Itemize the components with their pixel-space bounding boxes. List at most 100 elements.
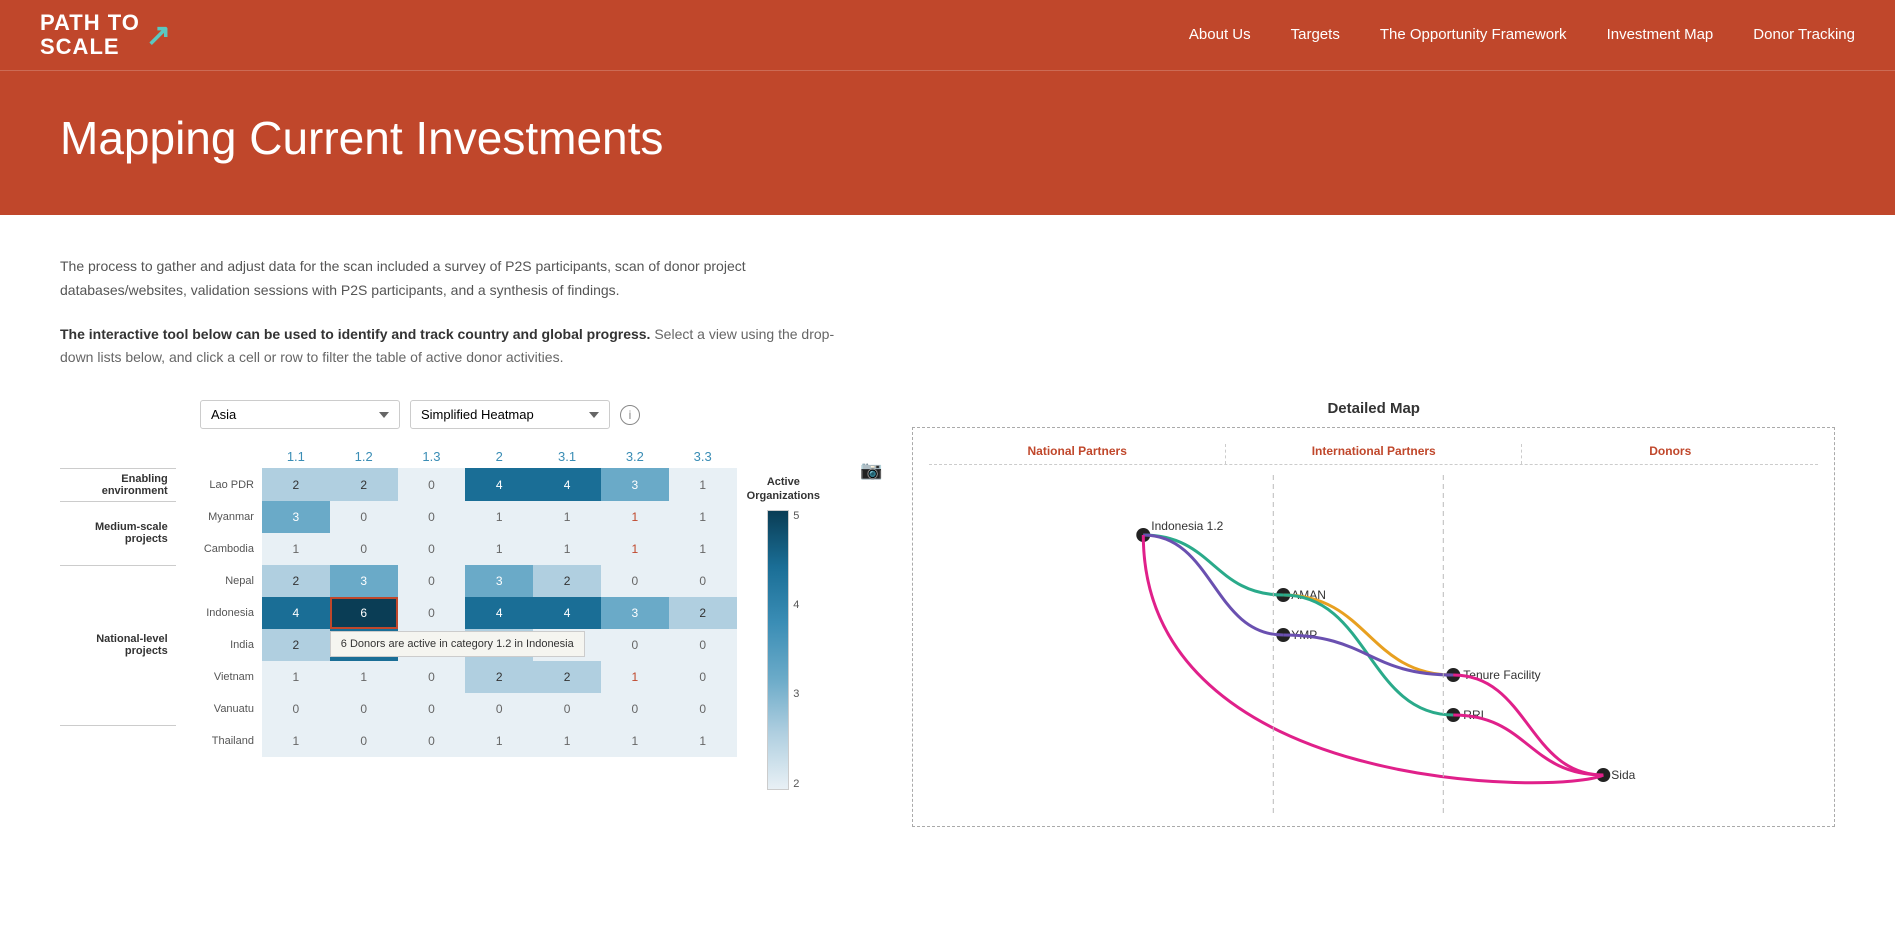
cell[interactable]: 0 [601, 629, 669, 661]
cell[interactable]: 0 [669, 629, 737, 661]
cell[interactable]: 0 [398, 725, 466, 757]
group-label-national: National-levelprojects [60, 565, 176, 725]
cell[interactable]: 0 [398, 597, 466, 629]
cell[interactable]: 0 [330, 725, 398, 757]
region-select[interactable]: Asia Africa Latin America Global [200, 400, 400, 429]
cell[interactable]: 1 [465, 501, 533, 533]
table-row[interactable]: Medium-scaleprojects Myanmar 3 0 0 1 1 1… [60, 501, 737, 533]
view-select[interactable]: Simplified Heatmap Detailed Map Data Tab… [410, 400, 610, 429]
sida-label: Sida [1612, 768, 1636, 782]
cell[interactable]: 1 [669, 468, 737, 501]
line-ymp [1144, 535, 1284, 635]
cell[interactable]: 3 [330, 565, 398, 597]
cell[interactable]: 1 [465, 533, 533, 565]
info-icon[interactable]: i [620, 405, 640, 425]
cell[interactable]: 1 [669, 501, 737, 533]
country-thailand: Thailand [176, 725, 262, 757]
nav-investment-map[interactable]: Investment Map [1607, 26, 1714, 43]
cell[interactable]: 0 [398, 468, 466, 501]
scale-value-3: 3 [793, 688, 799, 700]
cell[interactable]: 0 [601, 693, 669, 725]
map-col-donors: Donors [1521, 444, 1818, 464]
legend-area: ActiveOrganizations 5 4 3 2 [747, 445, 820, 790]
country-vietnam: Vietnam [176, 661, 262, 693]
heatmap-table-wrapper: 1.1 1.2 1.3 2 3.1 3.2 3.3 [60, 445, 737, 757]
table-row[interactable]: Enablingenvironment Lao PDR 2 2 0 4 4 3 … [60, 468, 737, 501]
cell[interactable]: 1 [669, 533, 737, 565]
table-row[interactable]: National-levelprojects Nepal 2 3 0 3 2 0… [60, 565, 737, 597]
cell[interactable]: 1 [465, 725, 533, 757]
cell[interactable]: 1 [262, 533, 330, 565]
main-content: The process to gather and adjust data fo… [0, 215, 1895, 867]
cell[interactable]: 2 [262, 565, 330, 597]
cell[interactable]: 0 [262, 693, 330, 725]
group-label-medium: Medium-scaleprojects [60, 501, 176, 565]
cell[interactable]: 4 [533, 468, 601, 501]
country-nepal: Nepal [176, 565, 262, 597]
logo-arrow-icon: ↗ [146, 18, 171, 53]
cell[interactable]: 1 [262, 661, 330, 693]
cell[interactable]: 2 [262, 468, 330, 501]
cell[interactable]: 0 [465, 693, 533, 725]
cell[interactable]: 1 [669, 725, 737, 757]
logo[interactable]: PATH TOSCALE ↗ [40, 11, 171, 59]
cell[interactable]: 1 [601, 725, 669, 757]
group-label-enabling: Enablingenvironment [60, 468, 176, 501]
cell[interactable]: 0 [398, 501, 466, 533]
cell[interactable]: 1 [601, 533, 669, 565]
cell[interactable]: 2 [330, 468, 398, 501]
cell[interactable]: 1 [533, 501, 601, 533]
col-header-1-1: 1.1 [262, 445, 330, 468]
cell[interactable]: 2 [669, 597, 737, 629]
camera-icon[interactable]: 📷 [860, 460, 882, 481]
cell[interactable]: 3 [601, 597, 669, 629]
cell[interactable]: 1 [601, 501, 669, 533]
cell[interactable]: 2 [465, 661, 533, 693]
cell[interactable]: 2 [533, 565, 601, 597]
cell[interactable]: 2 [262, 629, 330, 661]
cell[interactable]: 0 [669, 661, 737, 693]
nav-donor-tracking[interactable]: Donor Tracking [1753, 26, 1855, 43]
cell[interactable]: 1 [533, 725, 601, 757]
cell[interactable]: 0 [601, 565, 669, 597]
cell[interactable]: 0 [669, 693, 737, 725]
cell-indonesia-1-2[interactable]: 6 6 Donors are active in category 1.2 in… [330, 597, 398, 629]
scale-labels: 5 4 3 2 [793, 510, 799, 790]
cell[interactable]: 3 [262, 501, 330, 533]
heatmap-table: 1.1 1.2 1.3 2 3.1 3.2 3.3 [60, 445, 737, 757]
cell[interactable]: 0 [330, 693, 398, 725]
cell[interactable]: 1 [533, 533, 601, 565]
cell[interactable]: 0 [398, 693, 466, 725]
cell[interactable]: 0 [398, 533, 466, 565]
cell[interactable]: 0 [669, 565, 737, 597]
cell[interactable]: 0 [533, 693, 601, 725]
group-label-extra [60, 725, 176, 757]
cell[interactable]: 1 [262, 725, 330, 757]
nav-targets[interactable]: Targets [1291, 26, 1340, 43]
cell[interactable]: 4 [465, 597, 533, 629]
scale-value-5: 5 [793, 510, 799, 522]
cell[interactable]: 1 [601, 661, 669, 693]
nav-about-us[interactable]: About Us [1189, 26, 1251, 43]
cell[interactable]: 4 [533, 597, 601, 629]
entry-label: Indonesia 1.2 [1152, 519, 1224, 533]
cell[interactable]: 4 [262, 597, 330, 629]
tooltip: 6 Donors are active in category 1.2 in I… [330, 631, 585, 657]
cell[interactable]: 0 [330, 501, 398, 533]
description-para2: The interactive tool below can be used t… [60, 323, 840, 371]
cell[interactable]: 0 [330, 533, 398, 565]
detailed-map-box: National Partners International Partners… [912, 427, 1835, 827]
cell[interactable]: 2 [533, 661, 601, 693]
cell[interactable]: 4 [465, 468, 533, 501]
scale-value-2: 2 [793, 778, 799, 790]
cell[interactable]: 0 [398, 565, 466, 597]
table-row[interactable]: Thailand 1 0 0 1 1 1 1 [60, 725, 737, 757]
cell[interactable]: 3 [601, 468, 669, 501]
country-myanmar: Myanmar [176, 501, 262, 533]
logo-text: PATH TOSCALE [40, 11, 140, 59]
cell[interactable]: 3 [465, 565, 533, 597]
scale-value-4: 4 [793, 599, 799, 611]
cell[interactable]: 0 [398, 661, 466, 693]
nav-opportunity-framework[interactable]: The Opportunity Framework [1380, 26, 1567, 43]
cell[interactable]: 1 [330, 661, 398, 693]
